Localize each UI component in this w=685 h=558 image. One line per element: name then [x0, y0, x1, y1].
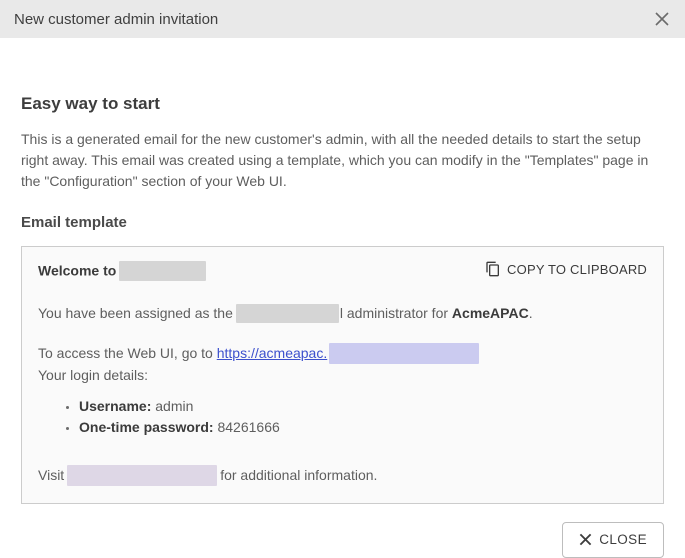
close-icon[interactable]: [653, 10, 671, 28]
welcome-prefix: Welcome to: [38, 263, 116, 279]
assigned-line: You have been assigned as the l administr…: [38, 303, 647, 324]
redacted-visit-url: [67, 465, 217, 486]
redacted-customer-name: [119, 261, 206, 281]
assigned-suffix: l administrator for: [340, 305, 448, 321]
redacted-url-text: [329, 343, 479, 364]
one-time-password-item: One-time password: 84261666: [79, 417, 647, 438]
dialog-header: New customer admin invitation: [0, 0, 685, 38]
username-value: admin: [155, 398, 193, 414]
visit-line: Visit for additional information.: [38, 465, 647, 487]
visit-prefix: Visit: [38, 467, 64, 483]
copy-button-label: COPY TO CLIPBOARD: [507, 262, 647, 277]
assigned-prefix: You have been assigned as the: [38, 305, 233, 321]
copy-icon: [485, 261, 501, 277]
redacted-role-text: [236, 304, 339, 323]
one-time-password-value: 84261666: [217, 419, 279, 435]
close-button-x-icon: [579, 533, 592, 546]
email-top-row: Welcome to COPY TO CLIPBOARD: [38, 259, 647, 282]
one-time-password-label: One-time password:: [79, 419, 214, 435]
dialog-body: Easy way to start This is a generated em…: [0, 38, 685, 558]
login-details-label: Your login details:: [38, 365, 647, 386]
login-details-list: Username: admin One-time password: 84261…: [62, 396, 647, 438]
close-button[interactable]: CLOSE: [562, 522, 664, 558]
email-template-label: Email template: [21, 214, 664, 231]
link-prefix: To access the Web UI, go to: [38, 345, 213, 361]
new-customer-admin-invitation-dialog: New customer admin invitation Easy way t…: [0, 0, 685, 554]
dialog-title: New customer admin invitation: [14, 11, 218, 28]
dialog-footer: CLOSE: [21, 522, 664, 558]
username-label: Username:: [79, 398, 151, 414]
close-x-glyph: [655, 12, 669, 26]
visit-suffix: for additional information.: [220, 467, 377, 483]
description-text: This is a generated email for the new cu…: [21, 129, 664, 192]
assigned-period: .: [529, 305, 533, 321]
company-name: AcmeAPAC: [452, 305, 529, 321]
email-template-box: Welcome to COPY TO CLIPBOARD You have be…: [21, 246, 664, 504]
copy-to-clipboard-button[interactable]: COPY TO CLIPBOARD: [485, 259, 647, 279]
webui-link-line: To access the Web UI, go to https://acme…: [38, 343, 647, 365]
close-button-label: CLOSE: [599, 532, 647, 547]
webui-link[interactable]: https://acmeapac.: [217, 345, 328, 361]
welcome-line: Welcome to: [38, 259, 209, 282]
section-heading: Easy way to start: [21, 94, 664, 114]
username-item: Username: admin: [79, 396, 647, 417]
